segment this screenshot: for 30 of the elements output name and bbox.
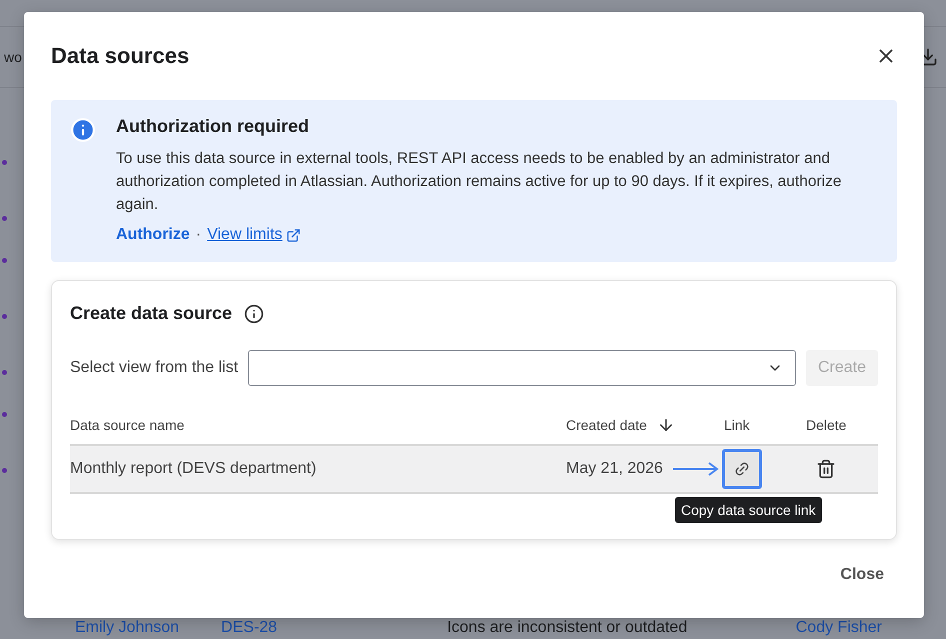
select-label: Select view from the list <box>70 359 238 377</box>
tooltip: Copy data source link <box>675 497 822 523</box>
status-dot <box>2 412 7 417</box>
column-header: Delete <box>806 417 848 433</box>
status-dot <box>2 216 7 221</box>
notice-title: Authorization required <box>116 116 310 137</box>
status-dot <box>2 160 7 165</box>
column-header[interactable]: Created date <box>566 417 647 433</box>
card-title: Create data source <box>70 303 232 324</box>
external-link-icon <box>286 228 302 242</box>
table-cell-text: Monthly report (DEVS department) <box>70 460 318 478</box>
notice-text: To use this data source in external tools, REST API access needs to be enabled by an administrator and authorization completed in Atlassian. Authorization remains active for up to 90 days. If it expires, authorize again. <box>116 149 842 215</box>
view-limits-link[interactable]: View limits <box>207 226 302 244</box>
arrow-icon <box>672 462 719 476</box>
issue-summary: Icons are inconsistent or outdated <box>447 619 688 637</box>
authorize-link[interactable]: Authorize <box>116 226 190 244</box>
status-dot <box>2 258 7 263</box>
dialog-title: Data sources <box>51 43 190 69</box>
close-button[interactable]: Close <box>827 566 897 584</box>
status-dot <box>2 370 7 375</box>
status-dot <box>2 468 7 473</box>
info-icon[interactable] <box>244 304 264 324</box>
table-cell: May 21, 2026 <box>566 460 663 478</box>
column-header: Link <box>724 417 751 433</box>
toolbar-text: wo <box>4 49 22 65</box>
column-header: Data source name <box>70 417 186 433</box>
view-select[interactable] <box>248 350 796 386</box>
separator: · <box>196 226 202 244</box>
info-icon <box>70 117 96 143</box>
status-dot <box>2 314 7 319</box>
